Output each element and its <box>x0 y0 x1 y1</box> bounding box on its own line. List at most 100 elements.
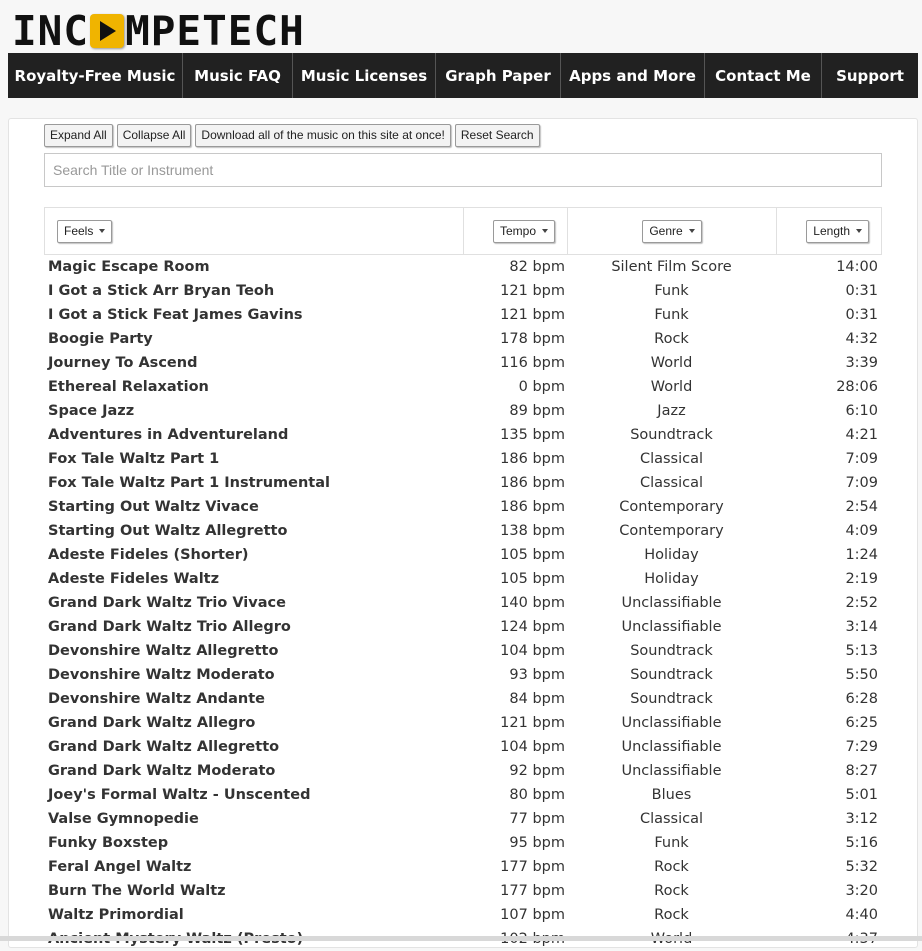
search-input[interactable] <box>44 153 882 187</box>
caret-down-icon <box>99 229 106 233</box>
track-title: Feral Angel Waltz <box>48 859 192 875</box>
expand-all-button[interactable]: Expand All <box>44 124 113 147</box>
toolbar: Expand All Collapse All Download all of … <box>44 124 540 147</box>
track-title: Starting Out Waltz Vivace <box>48 499 259 515</box>
track-length: 0:31 <box>845 307 878 323</box>
track-row[interactable]: Feral Angel Waltz 177 bpm Rock 5:32 <box>44 855 882 879</box>
track-length: 4:09 <box>845 523 878 539</box>
track-length: 5:16 <box>845 835 878 851</box>
track-tempo: 177 bpm <box>500 859 565 875</box>
reset-search-button[interactable]: Reset Search <box>454 124 540 147</box>
track-title: Grand Dark Waltz Trio Allegro <box>48 619 291 635</box>
track-genre: Unclassifiable <box>621 715 722 731</box>
genre-dropdown[interactable]: Genre <box>642 219 702 243</box>
track-row[interactable]: Grand Dark Waltz Trio Vivace 140 bpm Uncla… <box>44 591 882 615</box>
track-length: 2:19 <box>845 571 878 587</box>
track-length: 3:14 <box>845 619 878 635</box>
track-genre: Classical <box>639 811 704 827</box>
track-row[interactable]: Space Jazz 89 bpm Jazz 6:10 <box>44 399 882 423</box>
horizontal-scrollbar[interactable] <box>0 936 922 941</box>
nav-support[interactable]: Support <box>822 53 918 98</box>
length-column-header: Length <box>777 208 881 254</box>
track-row[interactable]: Fox Tale Waltz Part 1 186 bpm Classical 7:0… <box>44 447 882 471</box>
track-row[interactable]: Starting Out Waltz Vivace 186 bpm Contempo… <box>44 495 882 519</box>
track-title: Grand Dark Waltz Moderato <box>48 763 276 779</box>
nav-apps-and-more[interactable]: Apps and More <box>561 53 705 98</box>
track-row[interactable]: Burn The World Waltz 177 bpm Rock 3:20 <box>44 879 882 903</box>
track-row[interactable]: Ethereal Relaxation 0 bpm World 28:06 <box>44 375 882 399</box>
track-genre: Unclassifiable <box>621 763 722 779</box>
track-tempo: 80 bpm <box>509 787 565 803</box>
nav-music-licenses[interactable]: Music Licenses <box>293 53 436 98</box>
track-genre: Classical <box>639 475 704 491</box>
incompetech-logo[interactable]: INC MPETECH <box>12 7 305 55</box>
genre-dropdown-label: Genre <box>649 223 683 238</box>
track-row[interactable]: Valse Gymnopedie 77 bpm Classical 3:12 <box>44 807 882 831</box>
track-title: Boogie Party <box>48 331 153 347</box>
track-length: 2:52 <box>845 595 878 611</box>
length-dropdown[interactable]: Length <box>806 219 869 243</box>
track-title: Devonshire Waltz Andante <box>48 691 266 707</box>
track-row[interactable]: I Got a Stick Arr Bryan Teoh 121 bpm Funk 0… <box>44 279 882 303</box>
track-length: 7:09 <box>845 475 878 491</box>
track-tempo: 186 bpm <box>500 451 565 467</box>
track-tempo: 116 bpm <box>500 355 565 371</box>
track-genre: Rock <box>654 859 689 875</box>
nav-graph-paper[interactable]: Graph Paper <box>436 53 561 98</box>
genre-column-header: Genre <box>568 208 777 254</box>
track-row[interactable]: Starting Out Waltz Allegretto 138 bpm Cont… <box>44 519 882 543</box>
track-title: Grand Dark Waltz Allegretto <box>48 739 280 755</box>
track-tempo: 0 bpm <box>518 379 565 395</box>
logo-text-end: MPETECH <box>125 7 305 55</box>
track-tempo: 178 bpm <box>500 331 565 347</box>
track-row[interactable]: Fox Tale Waltz Part 1 Instrumental 186 bp… <box>44 471 882 495</box>
track-length: 6:25 <box>845 715 878 731</box>
track-title: Valse Gymnopedie <box>48 811 199 827</box>
track-row[interactable]: Grand Dark Waltz Allegretto 104 bpm Unclas… <box>44 735 882 759</box>
nav-contact-me[interactable]: Contact Me <box>705 53 822 98</box>
track-title: Fox Tale Waltz Part 1 Instrumental <box>48 475 330 491</box>
track-row[interactable]: Boogie Party 178 bpm Rock 4:32 <box>44 327 882 351</box>
track-row[interactable]: Devonshire Waltz Moderato 93 bpm Soundtrac… <box>44 663 882 687</box>
track-row[interactable]: Grand Dark Waltz Trio Allegro 124 bpm Uncl… <box>44 615 882 639</box>
track-length: 2:54 <box>845 499 878 515</box>
caret-down-icon <box>688 229 695 233</box>
tempo-dropdown-label: Tempo <box>499 223 536 238</box>
track-length: 6:10 <box>845 403 878 419</box>
track-row[interactable]: Grand Dark Waltz Moderato 92 bpm Unclassif… <box>44 759 882 783</box>
track-row[interactable]: Adeste Fideles Waltz 105 bpm Holiday 2:19 <box>44 567 882 591</box>
track-row[interactable]: Devonshire Waltz Andante 84 bpm Soundtrack… <box>44 687 882 711</box>
track-genre: Holiday <box>644 571 699 587</box>
track-title: Space Jazz <box>48 403 135 419</box>
nav-music-faq[interactable]: Music FAQ <box>183 53 293 98</box>
track-length: 6:28 <box>845 691 878 707</box>
track-row[interactable]: Adeste Fideles (Shorter) 105 bpm Holiday 1:… <box>44 543 882 567</box>
track-row[interactable]: Adventures in Adventureland 135 bpm Soundt… <box>44 423 882 447</box>
track-genre: Unclassifiable <box>621 739 722 755</box>
nav-royalty-free-music[interactable]: Royalty-Free Music <box>8 53 183 98</box>
main-nav: Royalty-Free Music Music FAQ Music Licen… <box>8 53 918 98</box>
track-row[interactable]: Magic Escape Room 82 bpm Silent Film Score… <box>44 255 882 279</box>
track-genre: Contemporary <box>619 499 724 515</box>
track-row[interactable]: I Got a Stick Feat James Gavins 121 bpm Fu… <box>44 303 882 327</box>
track-genre: Soundtrack <box>630 643 713 659</box>
track-row[interactable]: Funky Boxstep 95 bpm Funk 5:16 <box>44 831 882 855</box>
track-title: Adventures in Adventureland <box>48 427 289 443</box>
track-tempo: 104 bpm <box>500 643 565 659</box>
track-length: 3:39 <box>845 355 878 371</box>
track-row[interactable]: Waltz Primordial 107 bpm Rock 4:40 <box>44 903 882 927</box>
track-row[interactable]: Journey To Ascend 116 bpm World 3:39 <box>44 351 882 375</box>
track-tempo: 121 bpm <box>500 283 565 299</box>
length-dropdown-label: Length <box>813 223 850 238</box>
track-genre: Funk <box>654 283 689 299</box>
track-row[interactable]: Devonshire Waltz Allegretto 104 bpm Soundt… <box>44 639 882 663</box>
download-all-button[interactable]: Download all of the music on this site a… <box>195 124 451 147</box>
track-row[interactable]: Joey's Formal Waltz - Unscented 80 bpm Blu… <box>44 783 882 807</box>
tempo-dropdown[interactable]: Tempo <box>492 219 555 243</box>
track-length: 7:09 <box>845 451 878 467</box>
track-row[interactable]: Grand Dark Waltz Allegro 121 bpm Unclassif… <box>44 711 882 735</box>
caret-down-icon <box>542 229 548 233</box>
track-length: 0:31 <box>845 283 878 299</box>
collapse-all-button[interactable]: Collapse All <box>116 124 192 147</box>
feels-dropdown[interactable]: Feels <box>57 219 113 243</box>
